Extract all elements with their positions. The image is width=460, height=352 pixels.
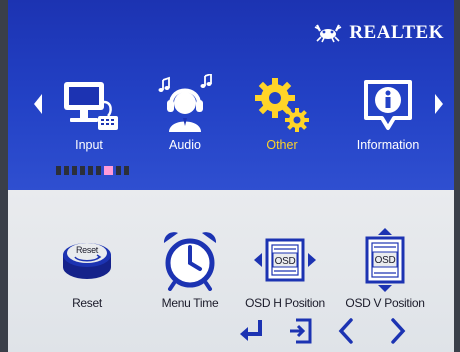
svg-text:OSD: OSD [375,255,396,266]
sub-item-label: Reset [72,296,102,310]
sub-item-label: OSD V Position [345,296,425,310]
right-icon [391,318,406,344]
page-dot [80,166,85,175]
right-triangle-icon [435,94,443,114]
page-indicator [56,166,129,175]
page-dot [72,166,77,175]
page-dot-active [104,166,113,175]
menu-item-other[interactable]: Other [242,74,322,152]
menu-item-information[interactable]: Information [343,74,433,152]
brand-name: REALTEK [349,22,444,43]
page-dot [96,166,101,175]
sub-item-osd-v-position[interactable]: OSD OSD V Position [334,228,436,310]
menu-item-input[interactable]: Input [49,74,129,152]
main-menu-panel: REALTEK Input Audio Other Information [8,0,454,190]
svg-text:Reset: Reset [76,245,99,255]
realtek-crab-icon [314,24,342,43]
exit-icon [290,318,312,344]
menu-left-arrow[interactable] [32,93,44,115]
menu-item-audio[interactable]: Audio [145,74,225,152]
page-dot [116,166,121,175]
sub-item-label: Menu Time [161,296,219,310]
page-dot [64,166,69,175]
computer-icon [64,82,118,130]
sub-item-menu-time[interactable]: Menu Time [150,228,230,310]
alarm-clock-icon [163,232,217,291]
page-dot [56,166,61,175]
osd-screen: REALTEK Input Audio Other Information Re… [8,0,454,352]
sub-item-reset[interactable]: Reset Reset [52,228,122,310]
svg-text:OSD: OSD [275,256,296,267]
left-icon [338,318,353,344]
left-triangle-icon [34,94,42,114]
enter-icon [240,320,262,341]
reset-button-icon: Reset [63,243,111,279]
exit-button[interactable] [288,318,312,346]
left-button[interactable] [338,318,354,346]
menu-right-arrow[interactable] [433,93,445,115]
osd-vertical-icon: OSD [365,228,405,292]
headset-person-icon [158,74,212,132]
info-speech-icon [364,80,412,130]
menu-item-label: Other [266,138,298,152]
page-dot [88,166,93,175]
menu-item-label: Audio [169,138,201,152]
brand-logo: REALTEK [313,22,444,44]
sub-item-label: OSD H Position [245,296,325,310]
sub-item-osd-h-position[interactable]: OSD OSD H Position [236,228,334,310]
gear-icon [255,78,309,132]
right-button[interactable] [390,318,406,346]
menu-item-label: Input [75,138,103,152]
page-dot [124,166,129,175]
menu-item-label: Information [356,138,420,152]
enter-button[interactable] [238,318,264,346]
osd-horizontal-icon: OSD [254,238,316,282]
